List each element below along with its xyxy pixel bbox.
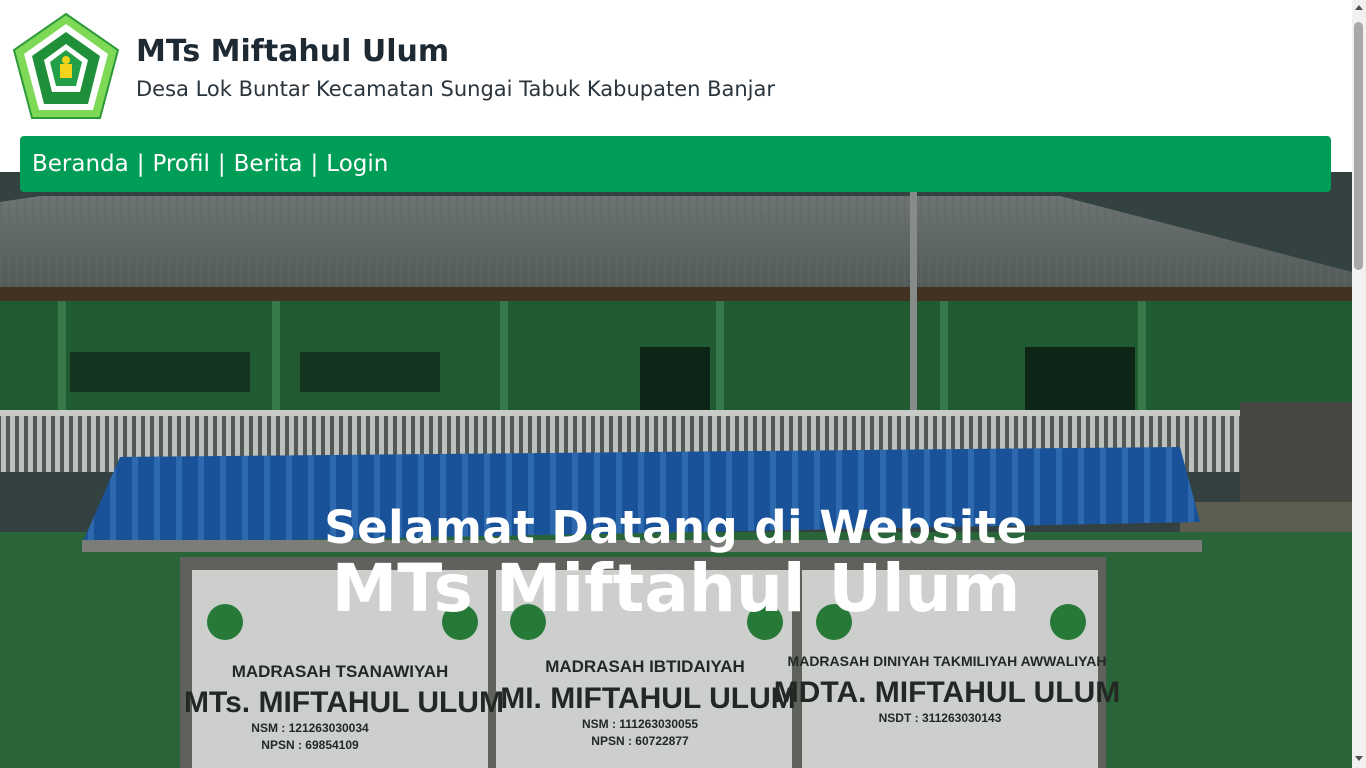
nav-item-berita[interactable]: Berita: [234, 151, 303, 177]
nav-separator: |: [310, 151, 319, 177]
kemenag-logo-icon: [8, 10, 124, 126]
scroll-down-arrow-icon[interactable]: [1355, 756, 1363, 761]
hero-heading-group: Selamat Datang di Website MTs Miftahul U…: [0, 502, 1352, 624]
nav-separator: |: [136, 151, 145, 177]
nav-item-beranda[interactable]: Beranda: [32, 151, 129, 177]
hero-title: MTs Miftahul Ulum: [331, 550, 1021, 627]
hero-banner: MADRASAH TSANAWIYAH MTs. MIFTAHUL ULUM N…: [0, 172, 1352, 768]
site-subtitle: Desa Lok Buntar Kecamatan Sungai Tabuk K…: [136, 77, 776, 101]
site-header: MTs Miftahul Ulum Desa Lok Buntar Kecama…: [0, 0, 1352, 136]
vertical-scrollbar[interactable]: [1352, 0, 1366, 768]
nav-item-login[interactable]: Login: [326, 151, 388, 177]
main-navbar: Beranda | Profil | Berita | Login: [20, 136, 1331, 192]
nav-separator: |: [217, 151, 226, 177]
nav-item-profil[interactable]: Profil: [153, 151, 210, 177]
site-title: MTs Miftahul Ulum: [136, 34, 450, 69]
scrollbar-thumb[interactable]: [1354, 22, 1363, 270]
page: MADRASAH TSANAWIYAH MTs. MIFTAHUL ULUM N…: [0, 0, 1366, 768]
hero-background-image: MADRASAH TSANAWIYAH MTs. MIFTAHUL ULUM N…: [0, 172, 1352, 768]
hero-subtitle: Selamat Datang di Website: [324, 501, 1028, 554]
scroll-up-arrow-icon[interactable]: [1355, 5, 1363, 10]
